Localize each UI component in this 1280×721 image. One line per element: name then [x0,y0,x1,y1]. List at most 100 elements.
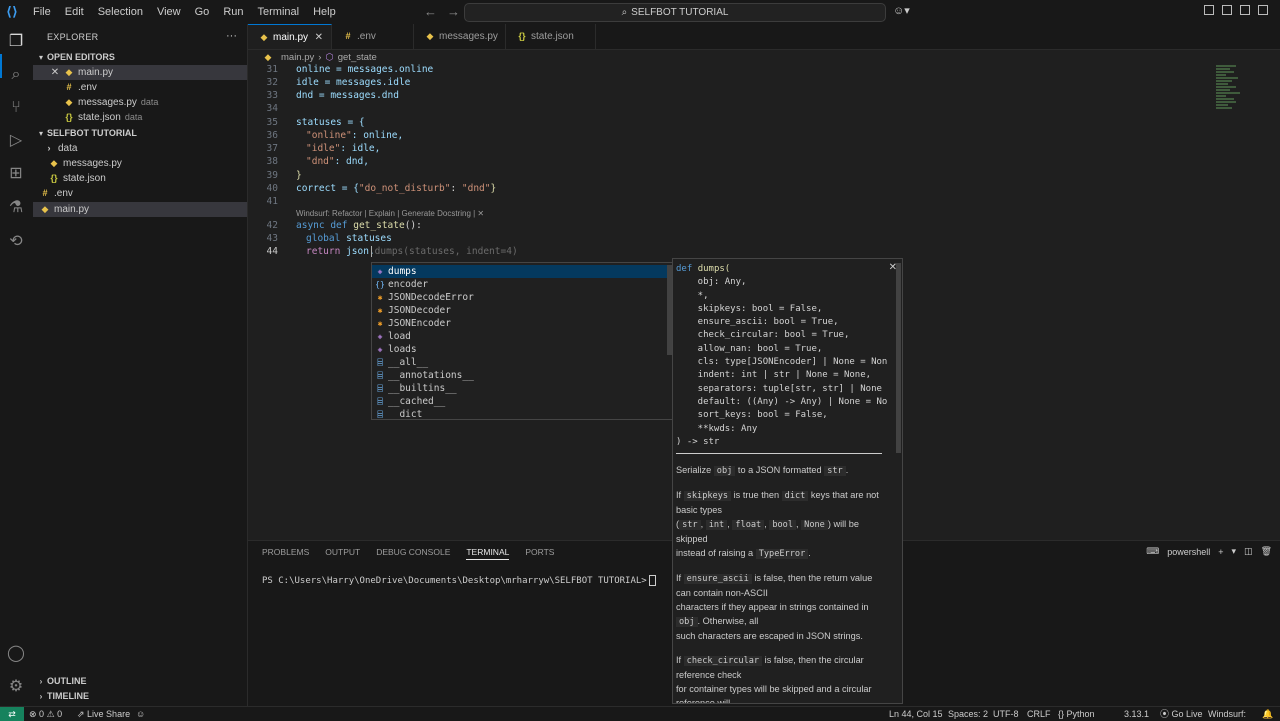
split-terminal-icon[interactable]: ◫ [1244,546,1253,557]
menu-go[interactable]: Go [188,0,217,24]
timeline-header[interactable]: › TIMELINE [33,689,247,704]
menu-view[interactable]: View [150,0,188,24]
suggestion-item[interactable]: ◈ loads [372,343,668,356]
chevron-down-icon[interactable]: ▾ [1232,546,1237,557]
line-number: 33 [266,90,278,101]
suggestion-item[interactable]: ✱ JSONDecoder [372,304,668,317]
menu-terminal[interactable]: Terminal [251,0,307,24]
tree-file-messages-py[interactable]: ◆ messages.py [33,156,247,171]
minimap[interactable] [1216,64,1248,134]
problems-status[interactable]: ⊗ 0 ⚠ 0 [29,707,62,721]
indentation-status[interactable]: Spaces: 2 [948,707,988,721]
code-line-39: } [296,170,302,181]
suggestion-item[interactable]: ◈ load [372,330,668,343]
forward-arrow-icon[interactable]: → [447,4,460,19]
python-file-icon: ◆ [41,204,49,214]
python-file-icon: ◆ [65,97,73,107]
terminal-cursor [648,575,656,586]
outline-header[interactable]: › OUTLINE [33,674,247,689]
tab-ports[interactable]: PORTS [525,547,554,560]
tab-debug-console[interactable]: DEBUG CONSOLE [376,547,450,560]
line-number: 36 [266,130,278,141]
suggestion-item[interactable]: ✱ JSONDecodeError [372,291,668,304]
toggle-secondary-sidebar-icon[interactable] [1240,5,1250,15]
method-icon: ◈ [377,267,383,276]
customize-layout-icon[interactable] [1258,5,1268,15]
tree-file-env[interactable]: # .env [33,186,247,201]
tree-file-state-json[interactable]: {} state.json [33,171,247,186]
toggle-panel-icon[interactable] [1222,5,1232,15]
menu-file[interactable]: File [26,0,58,24]
tab-problems[interactable]: PROBLEMS [262,547,309,560]
tab-terminal[interactable]: TERMINAL [466,547,510,560]
suggestion-item[interactable]: {} encoder [372,278,668,291]
notifications-bell-icon[interactable]: 🔔 [1262,707,1273,721]
breadcrumb-file[interactable]: main.py [281,52,314,63]
menu-edit[interactable]: Edit [58,0,91,24]
python-version-status[interactable]: 3.13.1 [1124,707,1149,721]
command-center-search[interactable]: ⌕ SELFBOT TUTORIAL [464,3,886,22]
close-icon[interactable]: ✕ [315,25,323,50]
suggestion-item[interactable]: ✱ JSONEncoder [372,317,668,330]
windsurf-status[interactable]: Windsurf: [1208,707,1246,721]
remote-explorer-icon[interactable]: ⟲ [6,232,26,252]
workspace-name: SELFBOT TUTORIAL [631,7,729,18]
open-editor-env[interactable]: # .env [33,80,247,95]
open-editor-main-py[interactable]: ✕ ◆ main.py [33,65,247,80]
tree-file-main-py[interactable]: ◆ main.py [33,202,247,217]
run-debug-icon[interactable]: ▷ [6,131,26,151]
suggestion-item[interactable]: ⌸ __builtins__ [372,382,668,395]
open-editors-header[interactable]: ▾ OPEN EDITORS [33,50,247,65]
suggestion-item[interactable]: ⌸ __all__ [372,356,668,369]
toggle-sidebar-icon[interactable] [1204,5,1214,15]
cursor-position[interactable]: Ln 44, Col 15 [889,707,943,721]
terminal-output[interactable]: PS C:\Users\Harry\OneDrive\Documents\Des… [262,575,656,586]
tab-messages-py[interactable]: ◆ messages.py [414,24,506,49]
accounts-icon[interactable]: ◯ [6,644,26,664]
tab-main-py[interactable]: ◆ main.py ✕ [248,24,332,49]
search-icon[interactable]: ⌕ [6,65,26,85]
go-live-status[interactable]: ⦿ Go Live [1160,707,1203,721]
shell-name[interactable]: powershell [1167,547,1210,557]
eol-status[interactable]: CRLF [1027,707,1051,721]
encoding-status[interactable]: UTF-8 [993,707,1019,721]
explorer-sidebar: EXPLORER ··· ▾ OPEN EDITORS ✕ ◆ main.py # .e… [33,24,248,706]
language-status[interactable]: {} Python [1058,707,1095,721]
new-terminal-icon[interactable]: + [1218,547,1223,557]
extensions-icon[interactable]: ⊞ [6,164,26,184]
more-actions-icon[interactable]: ··· [226,30,237,42]
manage-gear-icon[interactable]: ⚙ [6,677,26,697]
suggestion-item[interactable]: ⌸ __cached__ [372,395,668,408]
details-scrollbar[interactable] [896,263,901,453]
menu-help[interactable]: Help [306,0,343,24]
breadcrumb-symbol[interactable]: get_state [338,52,377,63]
suggestion-item[interactable]: ◈ dumps [372,265,668,278]
tab-output[interactable]: OUTPUT [325,547,360,560]
open-editor-state-json[interactable]: {} state.json data [33,110,247,125]
open-editor-messages-py[interactable]: ◆ messages.py data [33,95,247,110]
menu-run[interactable]: Run [216,0,250,24]
suggestion-item[interactable]: ⌸ __dict__ [372,408,668,419]
navigation-arrows: ← → [424,4,460,19]
project-header[interactable]: ▾ SELFBOT TUTORIAL [33,126,247,141]
explorer-icon[interactable]: ❐ [6,32,26,52]
chevron-down-icon: ▾ [38,53,43,62]
line-number: 38 [266,156,278,167]
tree-folder-data[interactable]: › data [33,141,247,156]
account-status-icon[interactable]: ☺ [136,707,145,721]
line-number: 31 [266,64,278,75]
testing-icon[interactable]: ⚗ [6,198,26,218]
menu-selection[interactable]: Selection [91,0,150,24]
remote-indicator-icon[interactable]: ⇄ [0,707,24,721]
windsurf-codelens[interactable]: Windsurf: Refactor | Explain | Generate … [296,209,484,218]
trash-icon[interactable]: 🗑 [1261,546,1272,557]
tab-env[interactable]: # .env [332,24,414,49]
suggestion-item[interactable]: ⌸ __annotations__ [372,369,668,382]
close-icon[interactable]: ✕ [49,65,61,80]
tab-state-json[interactable]: {} state.json [506,24,596,49]
method-icon: ◈ [377,345,383,354]
source-control-icon[interactable]: ⑂ [6,98,26,118]
live-share-status[interactable]: ⇗ Live Share [77,707,130,721]
back-arrow-icon[interactable]: ← [424,4,437,19]
copilot-icon[interactable]: ☺▾ [893,4,910,17]
